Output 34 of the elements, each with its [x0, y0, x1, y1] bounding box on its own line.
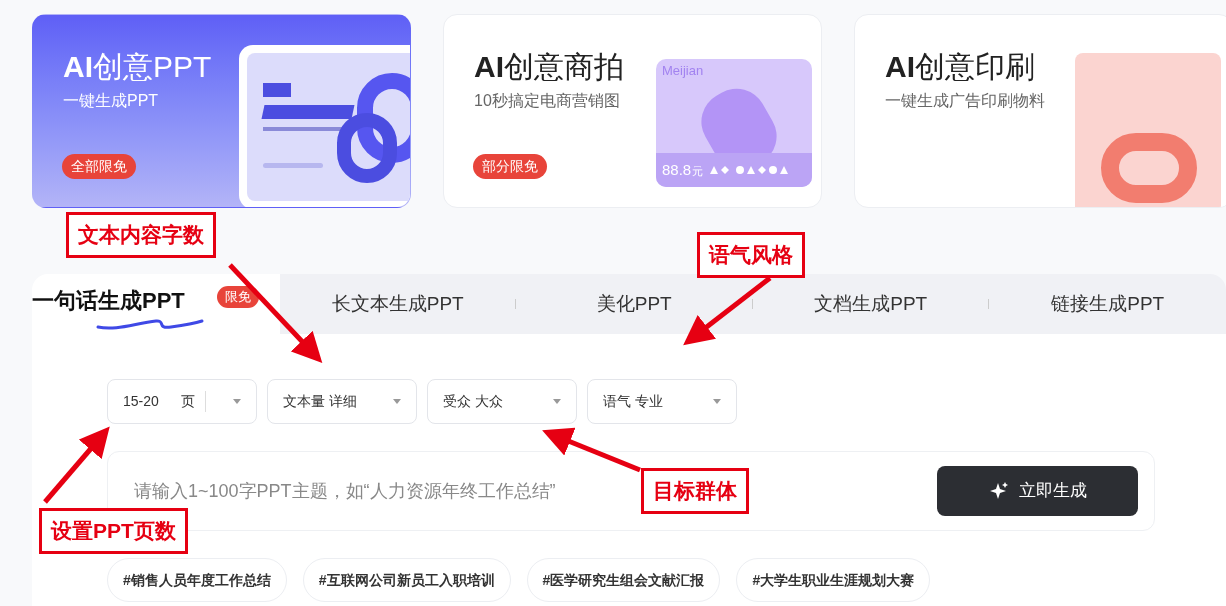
card-title: AI创意PPT	[63, 49, 212, 85]
callout-label: 语气风格	[697, 232, 805, 278]
callout-label: 文本内容字数	[66, 212, 216, 258]
caret-icon	[553, 399, 561, 404]
card-subtitle: 10秒搞定电商营销图	[474, 91, 621, 111]
tab[interactable]: 一句话生成PPT	[32, 284, 209, 333]
callout-label: 目标群体	[641, 468, 749, 514]
suggestion-chip[interactable]: #大学生职业生涯规划大赛	[736, 558, 931, 602]
card-subtitle: 一键生成广告印刷物料	[885, 91, 1045, 111]
dropdown[interactable]: 受众 大众	[427, 379, 577, 424]
feature-card[interactable]: AI创意商拍 10秒搞定电商营销图 部分限免 Meijian 88.8元	[443, 14, 822, 208]
suggestion-chip[interactable]: #互联网公司新员工入职培训	[302, 558, 511, 602]
dropdown[interactable]: 15-20 页	[107, 379, 257, 424]
feature-card[interactable]: AI创意PPT 一键生成PPT 全部限免	[32, 14, 411, 208]
suggestion-chip[interactable]: #医学研究生组会文献汇报	[526, 558, 721, 602]
tab[interactable]: 美化PPT	[596, 289, 672, 319]
dropdown[interactable]: 语气 专业	[587, 379, 737, 424]
feature-card[interactable]: AI创意印刷 一键生成广告印刷物料	[854, 14, 1226, 208]
card-title: AI创意商拍	[474, 49, 624, 85]
caret-icon	[233, 399, 241, 404]
free-badge: 全部限免	[62, 154, 136, 179]
suggestion-chip[interactable]: #销售人员年度工作总结	[107, 558, 287, 602]
caret-icon	[393, 399, 401, 404]
shapes-icon	[709, 165, 790, 175]
price-text: 88.8元	[662, 159, 704, 180]
caret-icon	[713, 399, 721, 404]
callout-label: 设置PPT页数	[39, 508, 188, 554]
dropdown[interactable]: 文本量 详细	[267, 379, 417, 424]
card-subtitle: 一键生成PPT	[63, 91, 160, 111]
free-badge: 限免	[216, 286, 259, 308]
brand-label: Meijian	[662, 62, 704, 80]
generate-button[interactable]: 立即生成	[937, 466, 1138, 516]
free-badge: 部分限免	[473, 154, 547, 179]
card-title: AI创意印刷	[885, 49, 1036, 85]
